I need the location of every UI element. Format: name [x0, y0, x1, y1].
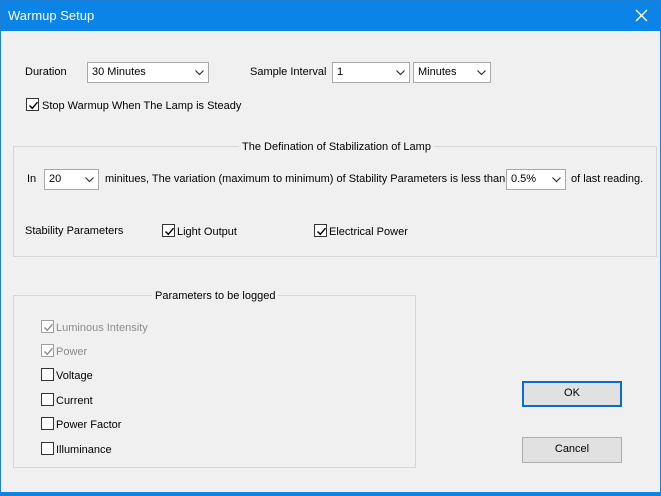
- stabilization-percent-select[interactable]: 0.5%: [506, 169, 566, 190]
- chevron-down-icon: [396, 70, 405, 76]
- current-checkbox[interactable]: [41, 393, 54, 406]
- title-bar: Warmup Setup: [1, 1, 660, 31]
- stabilization-sentence: minitues, The variation (maximum to mini…: [105, 173, 506, 185]
- voltage-label: Voltage: [56, 370, 93, 382]
- duration-label: Duration: [25, 66, 67, 78]
- close-icon: [635, 9, 648, 22]
- chevron-down-icon: [195, 70, 204, 76]
- chevron-down-icon: [552, 177, 561, 183]
- power-factor-label: Power Factor: [56, 419, 122, 431]
- power-checkbox: [41, 344, 54, 357]
- voltage-checkbox[interactable]: [41, 368, 54, 381]
- luminous-intensity-checkbox: [41, 320, 54, 333]
- stabilization-tail: of last reading.: [571, 173, 644, 185]
- duration-select[interactable]: 30 Minutes: [87, 62, 209, 83]
- in-label: In: [27, 173, 37, 185]
- sample-interval-unit-select[interactable]: Minutes: [413, 62, 491, 83]
- illuminance-label: Illuminance: [56, 444, 112, 456]
- stop-warmup-checkbox[interactable]: [26, 98, 39, 111]
- stabilization-percent-value: 0.5%: [511, 173, 537, 185]
- cancel-button[interactable]: Cancel: [522, 437, 622, 463]
- current-label: Current: [56, 395, 93, 407]
- luminous-intensity-label: Luminous Intensity: [56, 322, 148, 334]
- checkmark-icon: [29, 101, 39, 110]
- checkmark-icon: [317, 227, 327, 236]
- stabilization-minutes-select[interactable]: 20: [44, 169, 99, 190]
- electrical-power-label: Electrical Power: [329, 226, 408, 238]
- power-factor-checkbox[interactable]: [41, 417, 54, 430]
- warmup-setup-dialog: Warmup Setup Duration 30 Minutes Sample …: [0, 0, 661, 496]
- stability-parameters-label: Stability Parameters: [25, 225, 124, 237]
- close-button[interactable]: [624, 1, 660, 31]
- stabilization-group-title: The Defination of Stabilization of Lamp: [239, 140, 434, 154]
- sample-interval-unit-value: Minutes: [418, 66, 457, 78]
- light-output-label: Light Output: [177, 226, 237, 238]
- ok-button[interactable]: OK: [522, 381, 622, 407]
- chevron-down-icon: [85, 177, 94, 183]
- stop-warmup-label: Stop Warmup When The Lamp is Steady: [42, 100, 242, 112]
- stabilization-minutes-value: 20: [49, 173, 62, 185]
- illuminance-checkbox[interactable]: [41, 442, 54, 455]
- sample-interval-value: 1: [337, 66, 344, 78]
- checkmark-icon: [165, 227, 175, 236]
- logged-parameters-title: Parameters to be logged: [152, 289, 279, 303]
- light-output-checkbox[interactable]: [162, 224, 175, 237]
- duration-value: 30 Minutes: [92, 66, 146, 78]
- checkmark-icon: [44, 323, 54, 332]
- sample-interval-select[interactable]: 1: [332, 62, 410, 83]
- window-bottom-border: [1, 492, 660, 495]
- chevron-down-icon: [477, 70, 486, 76]
- stabilization-group: [13, 146, 657, 257]
- window-title: Warmup Setup: [8, 8, 95, 23]
- power-label: Power: [56, 346, 88, 358]
- checkmark-icon: [44, 347, 54, 356]
- electrical-power-checkbox[interactable]: [314, 224, 327, 237]
- sample-interval-label: Sample Interval: [250, 66, 327, 78]
